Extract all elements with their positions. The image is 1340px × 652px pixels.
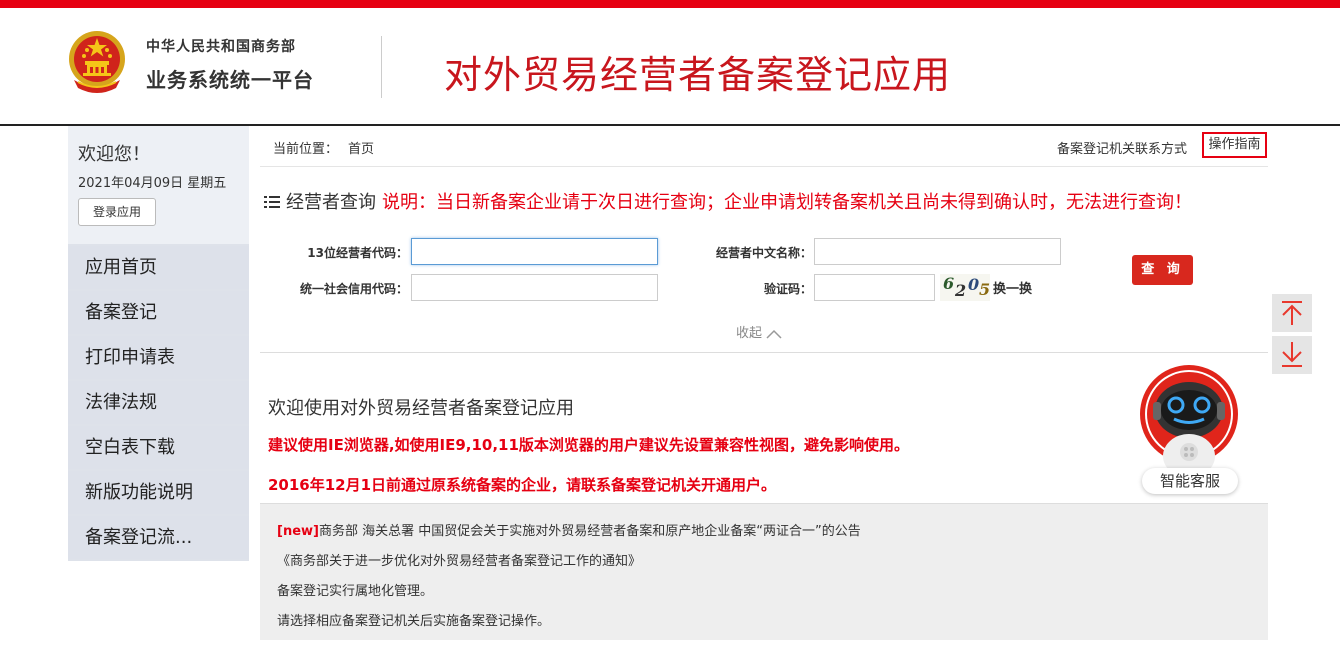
sidebar: 欢迎您！ 2021年04月09日 星期五 登录应用 应用首页 备案登记 打印申请…	[68, 126, 249, 561]
browser-warning: 建议使用IE浏览器,如使用IE9,10,11版本浏览器的用户建议先设置兼容性视图…	[268, 436, 909, 454]
breadcrumb-divider	[260, 166, 1268, 167]
captcha-refresh-link[interactable]: 换一换	[993, 278, 1032, 297]
sidebar-item-process[interactable]: 备案登记流...	[68, 516, 249, 559]
collapse-label: 收起	[736, 326, 763, 341]
notice-item[interactable]: [new]商务部 海关总署 中国贸促会关于实施对外贸易经营者备案和原产地企业备案…	[277, 520, 861, 539]
back-to-top-icon	[1282, 301, 1302, 325]
top-red-bar	[0, 0, 1340, 8]
credit-code-input[interactable]	[411, 274, 658, 301]
breadcrumb: 当前位置： 首页	[273, 138, 384, 157]
query-title: 经营者查询	[286, 192, 376, 213]
welcome-text: 欢迎您！	[78, 144, 150, 165]
ministry-name: 中华人民共和国商务部	[146, 39, 296, 55]
login-button[interactable]: 登录应用	[78, 198, 156, 226]
chevron-up-icon	[766, 329, 782, 339]
back-to-top-button[interactable]	[1272, 294, 1312, 332]
app-title: 对外贸易经营者备案登记应用	[444, 53, 952, 97]
sidebar-item-print-form[interactable]: 打印申请表	[68, 336, 249, 379]
sidebar-item-blank-forms[interactable]: 空白表下载	[68, 426, 249, 469]
breadcrumb-current[interactable]: 首页	[348, 142, 374, 157]
code13-label: 13位经营者代码：	[307, 246, 408, 260]
notice-list: [new]商务部 海关总署 中国贸促会关于实施对外贸易经营者备案和原产地企业备案…	[260, 504, 1268, 640]
sidebar-item-laws[interactable]: 法律法规	[68, 381, 249, 424]
guide-button[interactable]: 操作指南	[1202, 132, 1267, 158]
captcha-char: 6	[943, 274, 955, 293]
sidebar-item-registration[interactable]: 备案登记	[68, 291, 249, 334]
assistant-label[interactable]: 智能客服	[1142, 468, 1238, 494]
chinese-name-label: 经营者中文名称：	[715, 246, 812, 260]
go-to-bottom-icon	[1282, 342, 1302, 367]
code13-input[interactable]	[411, 238, 658, 265]
platform-name: 业务系统统一平台	[146, 68, 314, 92]
search-button[interactable]: 查 询	[1132, 255, 1193, 285]
current-date: 2021年04月09日 星期五	[78, 176, 227, 191]
breadcrumb-prefix: 当前位置：	[273, 142, 339, 157]
contact-link[interactable]: 备案登记机关联系方式	[1057, 138, 1187, 157]
notice-text: 商务部 海关总署 中国贸促会关于实施对外贸易经营者备案和原产地企业备案“两证合一…	[318, 524, 861, 539]
query-notice: 说明：当日新备案企业请于次日进行查询；企业申请划转备案机关且尚未得到确认时，无法…	[382, 192, 1192, 213]
header-divider	[381, 36, 382, 98]
notice-item[interactable]: 请选择相应备案登记机关后实施备案登记操作。	[277, 610, 550, 629]
legacy-user-warning: 2016年12月1日前通过原系统备案的企业，请联系备案登记机关开通用户。	[268, 476, 777, 494]
go-to-bottom-button[interactable]	[1272, 336, 1312, 374]
captcha-label: 验证码：	[763, 282, 812, 296]
chinese-name-input[interactable]	[814, 238, 1061, 265]
list-icon	[264, 196, 280, 208]
query-divider	[260, 352, 1268, 353]
sidebar-item-home[interactable]: 应用首页	[68, 246, 249, 289]
sidebar-item-new-features[interactable]: 新版功能说明	[68, 471, 249, 514]
welcome-title: 欢迎使用对外贸易经营者备案登记应用	[268, 398, 574, 419]
captcha-input[interactable]	[814, 274, 935, 301]
sidebar-nav: 应用首页 备案登记 打印申请表 法律法规 空白表下载 新版功能说明 备案登记流.…	[68, 246, 249, 561]
credit-code-label: 统一社会信用代码：	[299, 282, 408, 296]
captcha-char: 0	[968, 275, 980, 294]
national-emblem-icon	[69, 31, 125, 93]
captcha-char: 5	[979, 280, 991, 299]
notice-item[interactable]: 《商务部关于进一步优化对外贸易经营者备案登记工作的通知》	[277, 550, 641, 569]
new-badge: [new]	[277, 524, 319, 539]
welcome-box: 欢迎您！ 2021年04月09日 星期五 登录应用	[68, 126, 249, 244]
collapse-toggle[interactable]: 收起	[736, 322, 782, 341]
query-section-title: 经营者查询 说明：当日新备案企业请于次日进行查询；企业申请划转备案机关且尚未得到确…	[264, 188, 1192, 214]
captcha-image[interactable]: 6 2 0 5	[940, 274, 990, 301]
captcha-char: 2	[955, 281, 967, 300]
notice-item[interactable]: 备案登记实行属地化管理。	[277, 580, 433, 599]
